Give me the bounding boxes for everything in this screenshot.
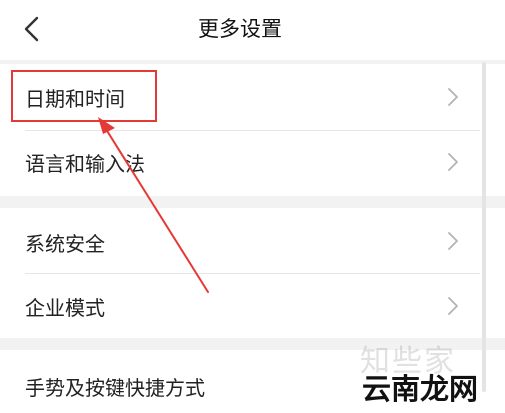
chevron-right-icon: [448, 297, 458, 315]
settings-item-enterprise-mode[interactable]: 企业模式: [0, 274, 505, 338]
settings-item-system-security[interactable]: 系统安全: [0, 208, 505, 273]
settings-group-2: 系统安全 企业模式: [0, 208, 505, 338]
header-bar: 更多设置: [0, 0, 505, 60]
settings-item-label: 系统安全: [25, 232, 105, 256]
settings-item-label: 语言和输入法: [25, 152, 145, 176]
chevron-right-icon: [448, 232, 458, 250]
highlight-box: [11, 70, 157, 122]
settings-item-label: 手势及按键快捷方式: [25, 376, 205, 400]
scrollbar[interactable]: [482, 62, 486, 392]
watermark: 云南龙网: [362, 372, 479, 406]
settings-item-language-input[interactable]: 语言和输入法: [0, 131, 505, 196]
settings-item-label: 企业模式: [25, 296, 105, 320]
page-title: 更多设置: [198, 17, 282, 41]
chevron-right-icon: [448, 88, 458, 106]
chevron-right-icon: [448, 153, 458, 171]
